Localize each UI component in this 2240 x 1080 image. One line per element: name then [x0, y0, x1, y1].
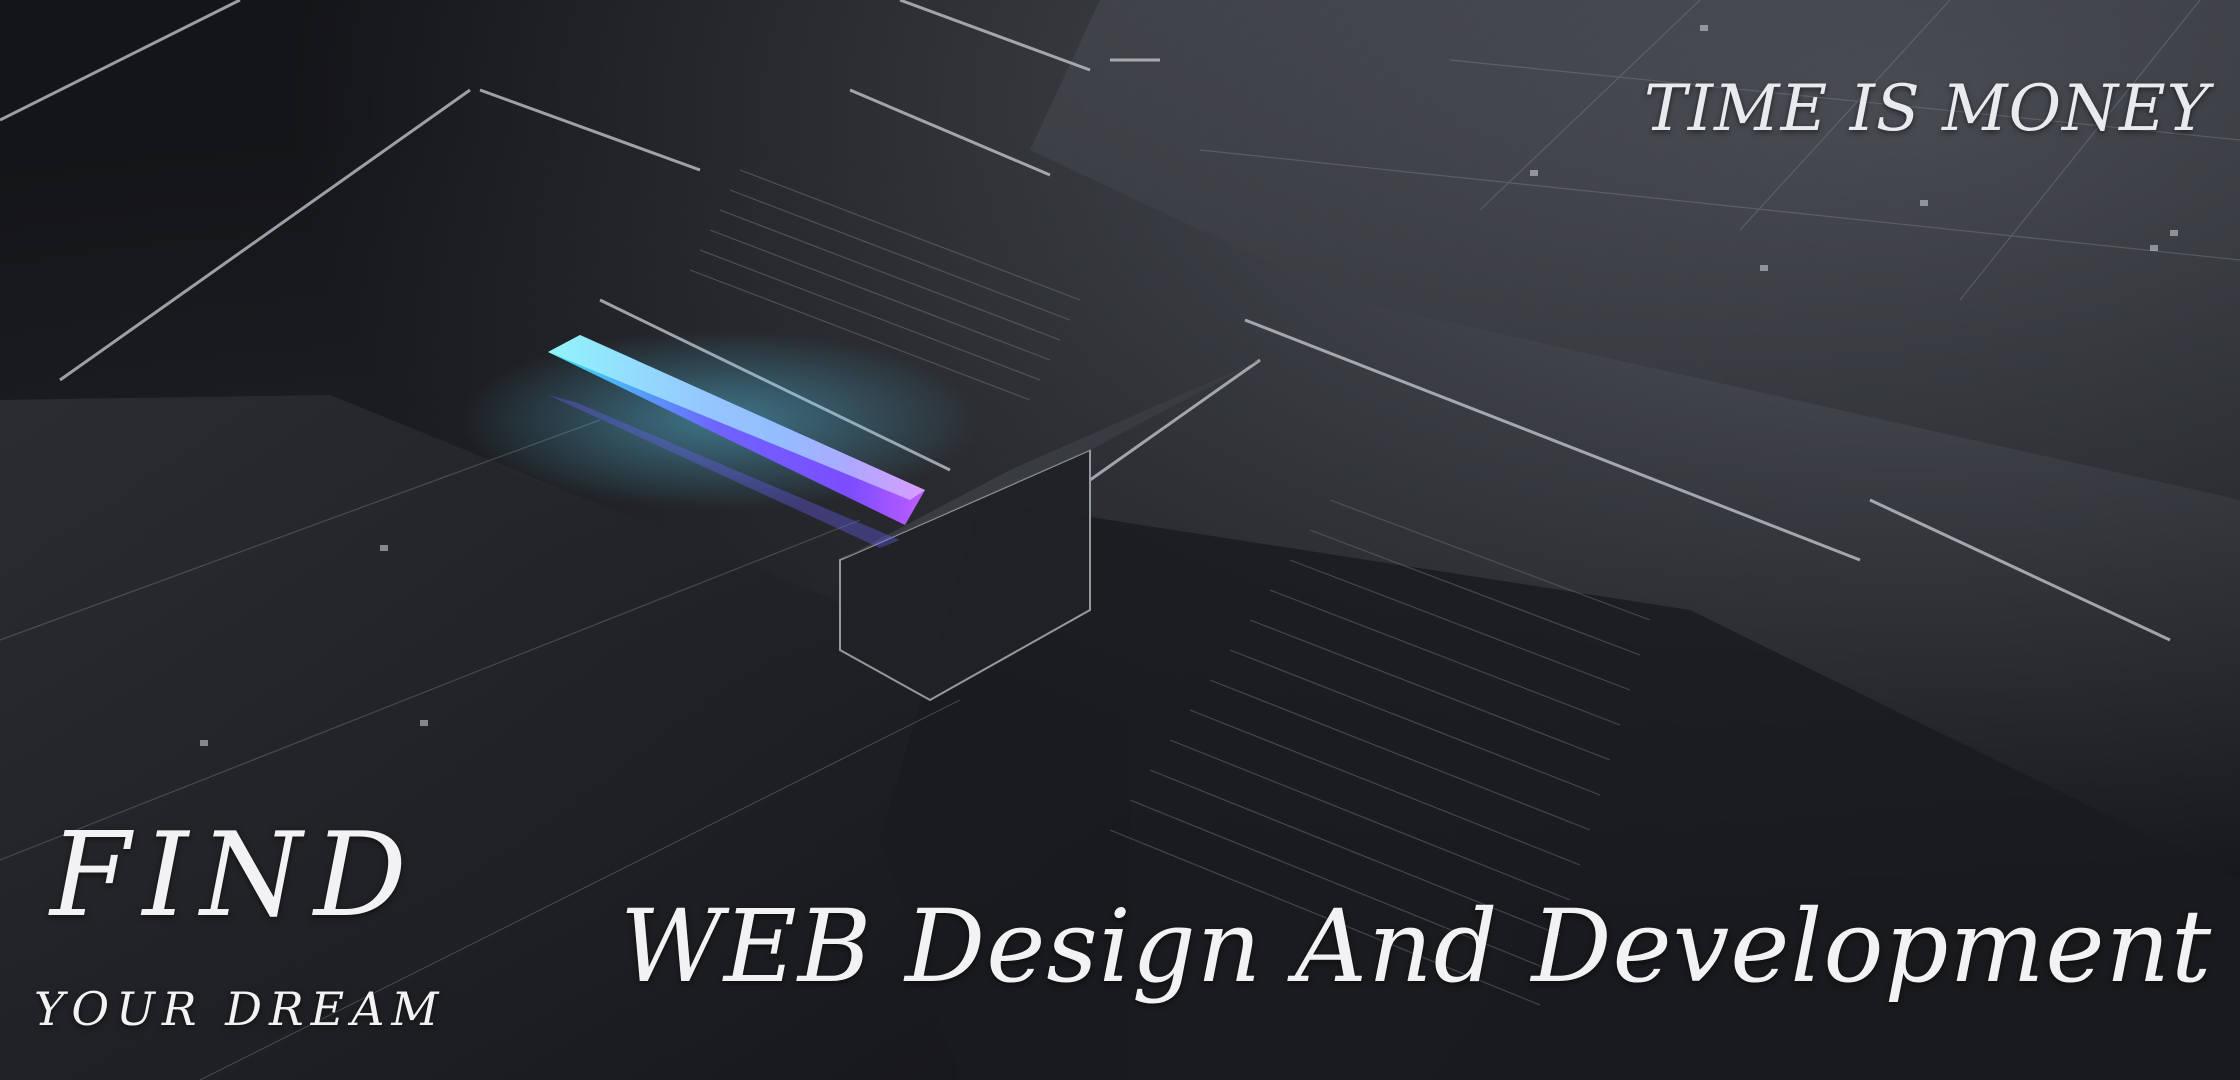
tagline-time-is-money: TIME IS MONEY [1644, 72, 2210, 146]
hero-banner: TIME IS MONEY FIND YOUR DREAM WEB Design… [0, 0, 2240, 1080]
title-web-design: WEB Design And Development [620, 888, 2213, 1005]
headline-find: FIND [50, 808, 419, 943]
subheadline-your-dream: YOUR DREAM [34, 982, 446, 1036]
